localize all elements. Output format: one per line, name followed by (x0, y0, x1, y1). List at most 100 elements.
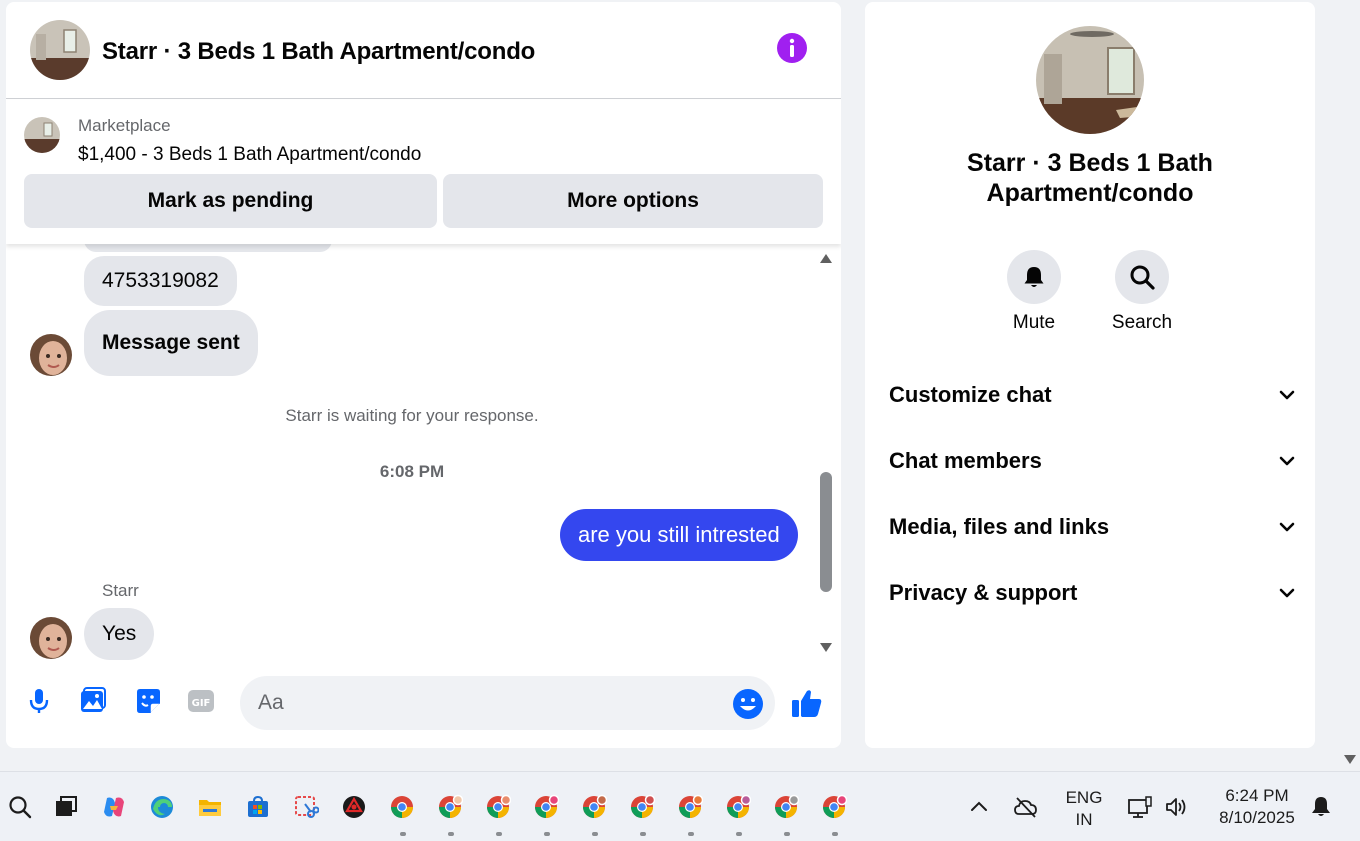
chrome-profile-icon[interactable] (437, 794, 463, 820)
chrome-profile-icon[interactable] (629, 794, 655, 820)
chrome-profile-icon[interactable] (773, 794, 799, 820)
section-label: Privacy & support (889, 580, 1078, 605)
microsoft-store-icon[interactable] (245, 794, 271, 820)
running-indicator (544, 832, 550, 836)
search-button-circle[interactable] (1115, 250, 1169, 304)
conversation-info-panel: Starr · 3 Beds 1 Bath Apartment/condo Mu… (865, 2, 1315, 748)
chevron-down-icon (1279, 390, 1295, 400)
volume-icon[interactable] (1164, 794, 1190, 820)
message-input[interactable] (240, 676, 775, 730)
running-indicator (784, 832, 790, 836)
listing-thumbnail[interactable] (24, 117, 60, 153)
chevron-down-icon (1279, 522, 1295, 532)
language-indicator[interactable]: ENG IN (1062, 787, 1106, 831)
svg-text:z: z (1327, 800, 1331, 808)
chat-header: Starr · 3 Beds 1 Bath Apartment/condo (6, 2, 841, 99)
running-indicator (688, 832, 694, 836)
task-view-icon[interactable] (53, 794, 79, 820)
edge-browser-icon[interactable] (149, 794, 175, 820)
section-chat-members[interactable]: Chat members (889, 441, 1297, 481)
running-indicator (448, 832, 454, 836)
outgoing-message-bubble: are you still intrested (560, 509, 798, 561)
section-privacy-support[interactable]: Privacy & support (889, 573, 1297, 613)
info-icon[interactable] (776, 32, 808, 64)
message-list[interactable]: 4753319082 Message sent Starr is waiting… (6, 244, 841, 660)
running-indicator (832, 832, 838, 836)
section-customize-chat[interactable]: Customize chat (889, 375, 1297, 415)
section-label: Media, files and links (889, 514, 1110, 539)
snipping-tool-icon[interactable] (293, 794, 319, 820)
chat-title: Starr · 3 Beds 1 Bath Apartment/condo (102, 38, 536, 65)
onedrive-icon[interactable] (1013, 794, 1039, 820)
contact-avatar[interactable] (30, 334, 72, 376)
chat-scrollbar-thumb[interactable] (820, 472, 832, 592)
clock-time: 6:24 PM (1225, 786, 1289, 805)
chrome-profile-icon[interactable] (581, 794, 607, 820)
chrome-profile-icon[interactable] (821, 794, 847, 820)
scroll-down-arrow-icon[interactable] (819, 642, 833, 654)
sender-name: Starr (102, 581, 139, 600)
scroll-up-arrow-icon[interactable] (819, 252, 833, 264)
running-indicator (400, 832, 406, 836)
chrome-profile-icon[interactable] (725, 794, 751, 820)
notification-bell-icon[interactable]: z (1308, 794, 1334, 820)
thumbs-up-icon[interactable] (790, 686, 824, 720)
scroll-down-arrow-icon[interactable] (1343, 754, 1357, 766)
search-button[interactable]: Search (1102, 250, 1182, 334)
message-composer: GIF (6, 660, 841, 748)
marketplace-banner: Marketplace $1,400 - 3 Beds 1 Bath Apart… (6, 100, 841, 244)
section-label: Chat members (889, 448, 1042, 473)
waiting-notice: Starr is waiting for your response. (285, 406, 539, 425)
chrome-icon[interactable] (389, 794, 415, 820)
clock-date: 8/10/2025 (1219, 808, 1295, 827)
search-label: Search (1111, 312, 1173, 333)
file-explorer-icon[interactable] (197, 794, 223, 820)
section-label: Customize chat (889, 382, 1052, 407)
mute-button-circle[interactable] (1007, 250, 1061, 304)
message-bubble: Yes (84, 608, 155, 660)
chrome-profile-icon[interactable] (533, 794, 559, 820)
running-indicator (736, 832, 742, 836)
marketplace-label: Marketplace (78, 116, 171, 135)
chevron-up-icon[interactable] (966, 794, 992, 820)
copilot-icon[interactable] (101, 794, 127, 820)
windows-taskbar: ENG IN 6:24 PM 8/10/2025 z (0, 771, 1360, 841)
message-bubble-partial (84, 244, 332, 252)
emoji-icon[interactable] (732, 688, 764, 720)
running-indicator (592, 832, 598, 836)
section-media-files-links[interactable]: Media, files and links (889, 507, 1297, 547)
page-scrollbar[interactable] (1339, 0, 1360, 770)
mute-button[interactable]: Mute (994, 250, 1074, 334)
listing-price-title[interactable]: $1,400 - 3 Beds 1 Bath Apartment/condo (78, 144, 421, 166)
gif-icon[interactable]: GIF (186, 686, 216, 716)
photo-icon[interactable] (78, 686, 108, 716)
chevron-down-icon (1279, 456, 1295, 466)
running-indicator (496, 832, 502, 836)
region-code: IN (1075, 810, 1093, 829)
app-icon[interactable] (341, 794, 367, 820)
svg-text:GIF: GIF (192, 698, 211, 709)
chevron-down-icon (1279, 588, 1295, 598)
microphone-icon[interactable] (24, 686, 54, 716)
message-bubble: Message sent (84, 310, 258, 376)
network-icon[interactable] (1127, 794, 1153, 820)
running-indicator (640, 832, 646, 836)
search-icon[interactable] (7, 794, 33, 820)
chrome-profile-icon[interactable] (677, 794, 703, 820)
message-timestamp: 6:08 PM (379, 462, 445, 481)
chrome-profile-icon[interactable] (485, 794, 511, 820)
search-icon (1130, 265, 1155, 290)
conversation-avatar[interactable] (1036, 26, 1144, 134)
listing-avatar[interactable] (30, 20, 90, 80)
conversation-title: Starr · 3 Beds 1 Bath Apartment/condo (967, 149, 1213, 207)
bell-icon (1024, 267, 1044, 287)
language-code: ENG (1065, 788, 1103, 807)
more-options-button[interactable]: More options (443, 174, 823, 228)
mark-as-pending-button[interactable]: Mark as pending (24, 174, 437, 228)
message-bubble: 4753319082 (84, 256, 237, 306)
mute-label: Mute (1012, 312, 1056, 333)
clock[interactable]: 6:24 PM 8/10/2025 (1207, 785, 1307, 829)
sticker-icon[interactable] (133, 686, 163, 716)
contact-avatar[interactable] (30, 617, 72, 659)
chat-panel: Starr · 3 Beds 1 Bath Apartment/condo Ma… (6, 2, 841, 748)
